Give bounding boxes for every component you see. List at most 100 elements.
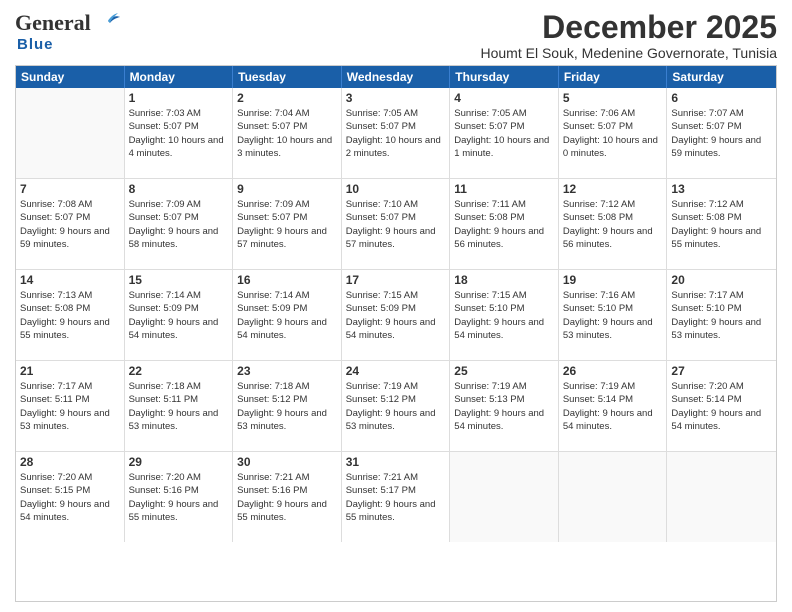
calendar-cell-2-2: 8 Sunrise: 7:09 AMSunset: 5:07 PMDaylight… — [125, 179, 234, 269]
calendar-row-1: 1 Sunrise: 7:03 AMSunset: 5:07 PMDaylight… — [16, 88, 776, 179]
calendar-cell-4-4: 24Sunrise: 7:19 AMSunset: 5:12 PMDayligh… — [342, 361, 451, 451]
header-friday: Friday — [559, 66, 668, 88]
day-info: Sunrise: 7:18 AMSunset: 5:11 PMDaylight:… — [129, 380, 229, 433]
day-number: 13 — [671, 182, 772, 196]
day-number: 11 — [454, 182, 554, 196]
calendar-cell-1-1 — [16, 88, 125, 178]
day-number: 9 — [237, 182, 337, 196]
day-number: 19 — [563, 273, 663, 287]
day-info: Sunrise: 7:20 AMSunset: 5:14 PMDaylight:… — [671, 380, 772, 433]
calendar-cell-1-5: 4Sunrise: 7:05 AMSunset: 5:07 PMDaylight… — [450, 88, 559, 178]
calendar-cell-4-2: 22 Sunrise: 7:18 AMSunset: 5:11 PMDayligh… — [125, 361, 234, 451]
day-info: Sunrise: 7:12 AMSunset: 5:08 PMDaylight:… — [671, 198, 772, 251]
calendar-header: Sunday Monday Tuesday Wednesday Thursday… — [16, 66, 776, 88]
header-sunday: Sunday — [16, 66, 125, 88]
month-title: December 2025 — [122, 10, 777, 45]
calendar: Sunday Monday Tuesday Wednesday Thursday… — [15, 65, 777, 602]
header: General Blue December 2025 Houmt El Souk… — [15, 10, 777, 61]
day-info: Sunrise: 7:05 AMSunset: 5:07 PMDaylight:… — [346, 107, 446, 160]
title-section: December 2025 Houmt El Souk, Medenine Go… — [122, 10, 777, 61]
calendar-row-4: 21 Sunrise: 7:17 AMSunset: 5:11 PMDayligh… — [16, 361, 776, 452]
day-info: Sunrise: 7:05 AMSunset: 5:07 PMDaylight:… — [454, 107, 554, 160]
day-info: Sunrise: 7:14 AMSunset: 5:09 PMDaylight:… — [129, 289, 229, 342]
day-number: 18 — [454, 273, 554, 287]
calendar-cell-1-4: 3 Sunrise: 7:05 AMSunset: 5:07 PMDaylight… — [342, 88, 451, 178]
day-number: 25 — [454, 364, 554, 378]
calendar-row-3: 14Sunrise: 7:13 AMSunset: 5:08 PMDayligh… — [16, 270, 776, 361]
day-number: 10 — [346, 182, 446, 196]
day-info: Sunrise: 7:15 AMSunset: 5:09 PMDaylight:… — [346, 289, 446, 342]
logo-blue-text: Blue — [17, 36, 54, 53]
calendar-cell-2-1: 7Sunrise: 7:08 AMSunset: 5:07 PMDaylight… — [16, 179, 125, 269]
page: General Blue December 2025 Houmt El Souk… — [0, 0, 792, 612]
day-info: Sunrise: 7:08 AMSunset: 5:07 PMDaylight:… — [20, 198, 120, 251]
logo-bird-icon — [94, 13, 122, 33]
day-info: Sunrise: 7:17 AMSunset: 5:11 PMDaylight:… — [20, 380, 120, 433]
day-info: Sunrise: 7:09 AMSunset: 5:07 PMDaylight:… — [129, 198, 229, 251]
calendar-cell-1-2: 1 Sunrise: 7:03 AMSunset: 5:07 PMDaylight… — [125, 88, 234, 178]
day-info: Sunrise: 7:10 AMSunset: 5:07 PMDaylight:… — [346, 198, 446, 251]
calendar-cell-3-7: 20 Sunrise: 7:17 AMSunset: 5:10 PMDayligh… — [667, 270, 776, 360]
day-number: 28 — [20, 455, 120, 469]
day-number: 5 — [563, 91, 663, 105]
calendar-cell-5-3: 30 Sunrise: 7:21 AMSunset: 5:16 PMDayligh… — [233, 452, 342, 542]
day-info: Sunrise: 7:19 AMSunset: 5:14 PMDaylight:… — [563, 380, 663, 433]
day-info: Sunrise: 7:20 AMSunset: 5:15 PMDaylight:… — [20, 471, 120, 524]
header-wednesday: Wednesday — [342, 66, 451, 88]
day-number: 17 — [346, 273, 446, 287]
calendar-cell-1-7: 6Sunrise: 7:07 AMSunset: 5:07 PMDaylight… — [667, 88, 776, 178]
calendar-cell-5-4: 31 Sunrise: 7:21 AMSunset: 5:17 PMDayligh… — [342, 452, 451, 542]
calendar-cell-5-2: 29Sunrise: 7:20 AMSunset: 5:16 PMDayligh… — [125, 452, 234, 542]
day-number: 23 — [237, 364, 337, 378]
day-number: 20 — [671, 273, 772, 287]
day-info: Sunrise: 7:04 AMSunset: 5:07 PMDaylight:… — [237, 107, 337, 160]
day-number: 16 — [237, 273, 337, 287]
day-number: 14 — [20, 273, 120, 287]
calendar-cell-5-5 — [450, 452, 559, 542]
calendar-cell-5-6 — [559, 452, 668, 542]
day-number: 21 — [20, 364, 120, 378]
day-info: Sunrise: 7:19 AMSunset: 5:12 PMDaylight:… — [346, 380, 446, 433]
calendar-cell-4-6: 26 Sunrise: 7:19 AMSunset: 5:14 PMDayligh… — [559, 361, 668, 451]
calendar-cell-3-3: 16Sunrise: 7:14 AMSunset: 5:09 PMDayligh… — [233, 270, 342, 360]
day-info: Sunrise: 7:19 AMSunset: 5:13 PMDaylight:… — [454, 380, 554, 433]
calendar-cell-2-6: 12 Sunrise: 7:12 AMSunset: 5:08 PMDayligh… — [559, 179, 668, 269]
logo-general-text: General — [15, 10, 91, 36]
day-info: Sunrise: 7:17 AMSunset: 5:10 PMDaylight:… — [671, 289, 772, 342]
header-saturday: Saturday — [667, 66, 776, 88]
calendar-cell-4-5: 25 Sunrise: 7:19 AMSunset: 5:13 PMDayligh… — [450, 361, 559, 451]
calendar-cell-1-3: 2Sunrise: 7:04 AMSunset: 5:07 PMDaylight… — [233, 88, 342, 178]
calendar-cell-2-3: 9Sunrise: 7:09 AMSunset: 5:07 PMDaylight… — [233, 179, 342, 269]
calendar-cell-2-7: 13 Sunrise: 7:12 AMSunset: 5:08 PMDayligh… — [667, 179, 776, 269]
calendar-cell-2-4: 10 Sunrise: 7:10 AMSunset: 5:07 PMDayligh… — [342, 179, 451, 269]
day-number: 30 — [237, 455, 337, 469]
calendar-row-5: 28 Sunrise: 7:20 AMSunset: 5:15 PMDayligh… — [16, 452, 776, 542]
day-number: 15 — [129, 273, 229, 287]
calendar-cell-5-1: 28 Sunrise: 7:20 AMSunset: 5:15 PMDayligh… — [16, 452, 125, 542]
day-number: 1 — [129, 91, 229, 105]
header-thursday: Thursday — [450, 66, 559, 88]
calendar-cell-4-7: 27 Sunrise: 7:20 AMSunset: 5:14 PMDayligh… — [667, 361, 776, 451]
day-number: 27 — [671, 364, 772, 378]
day-number: 12 — [563, 182, 663, 196]
day-number: 29 — [129, 455, 229, 469]
location-title: Houmt El Souk, Medenine Governorate, Tun… — [122, 45, 777, 61]
day-info: Sunrise: 7:15 AMSunset: 5:10 PMDaylight:… — [454, 289, 554, 342]
calendar-cell-3-2: 15 Sunrise: 7:14 AMSunset: 5:09 PMDayligh… — [125, 270, 234, 360]
calendar-cell-3-5: 18 Sunrise: 7:15 AMSunset: 5:10 PMDayligh… — [450, 270, 559, 360]
calendar-cell-1-6: 5 Sunrise: 7:06 AMSunset: 5:07 PMDaylight… — [559, 88, 668, 178]
day-number: 26 — [563, 364, 663, 378]
day-info: Sunrise: 7:12 AMSunset: 5:08 PMDaylight:… — [563, 198, 663, 251]
day-number: 8 — [129, 182, 229, 196]
day-info: Sunrise: 7:21 AMSunset: 5:16 PMDaylight:… — [237, 471, 337, 524]
day-info: Sunrise: 7:06 AMSunset: 5:07 PMDaylight:… — [563, 107, 663, 160]
day-number: 3 — [346, 91, 446, 105]
day-number: 22 — [129, 364, 229, 378]
calendar-cell-4-3: 23Sunrise: 7:18 AMSunset: 5:12 PMDayligh… — [233, 361, 342, 451]
day-number: 31 — [346, 455, 446, 469]
calendar-body: 1 Sunrise: 7:03 AMSunset: 5:07 PMDaylight… — [16, 88, 776, 542]
calendar-cell-3-4: 17 Sunrise: 7:15 AMSunset: 5:09 PMDayligh… — [342, 270, 451, 360]
day-info: Sunrise: 7:03 AMSunset: 5:07 PMDaylight:… — [129, 107, 229, 160]
day-info: Sunrise: 7:21 AMSunset: 5:17 PMDaylight:… — [346, 471, 446, 524]
calendar-row-2: 7Sunrise: 7:08 AMSunset: 5:07 PMDaylight… — [16, 179, 776, 270]
